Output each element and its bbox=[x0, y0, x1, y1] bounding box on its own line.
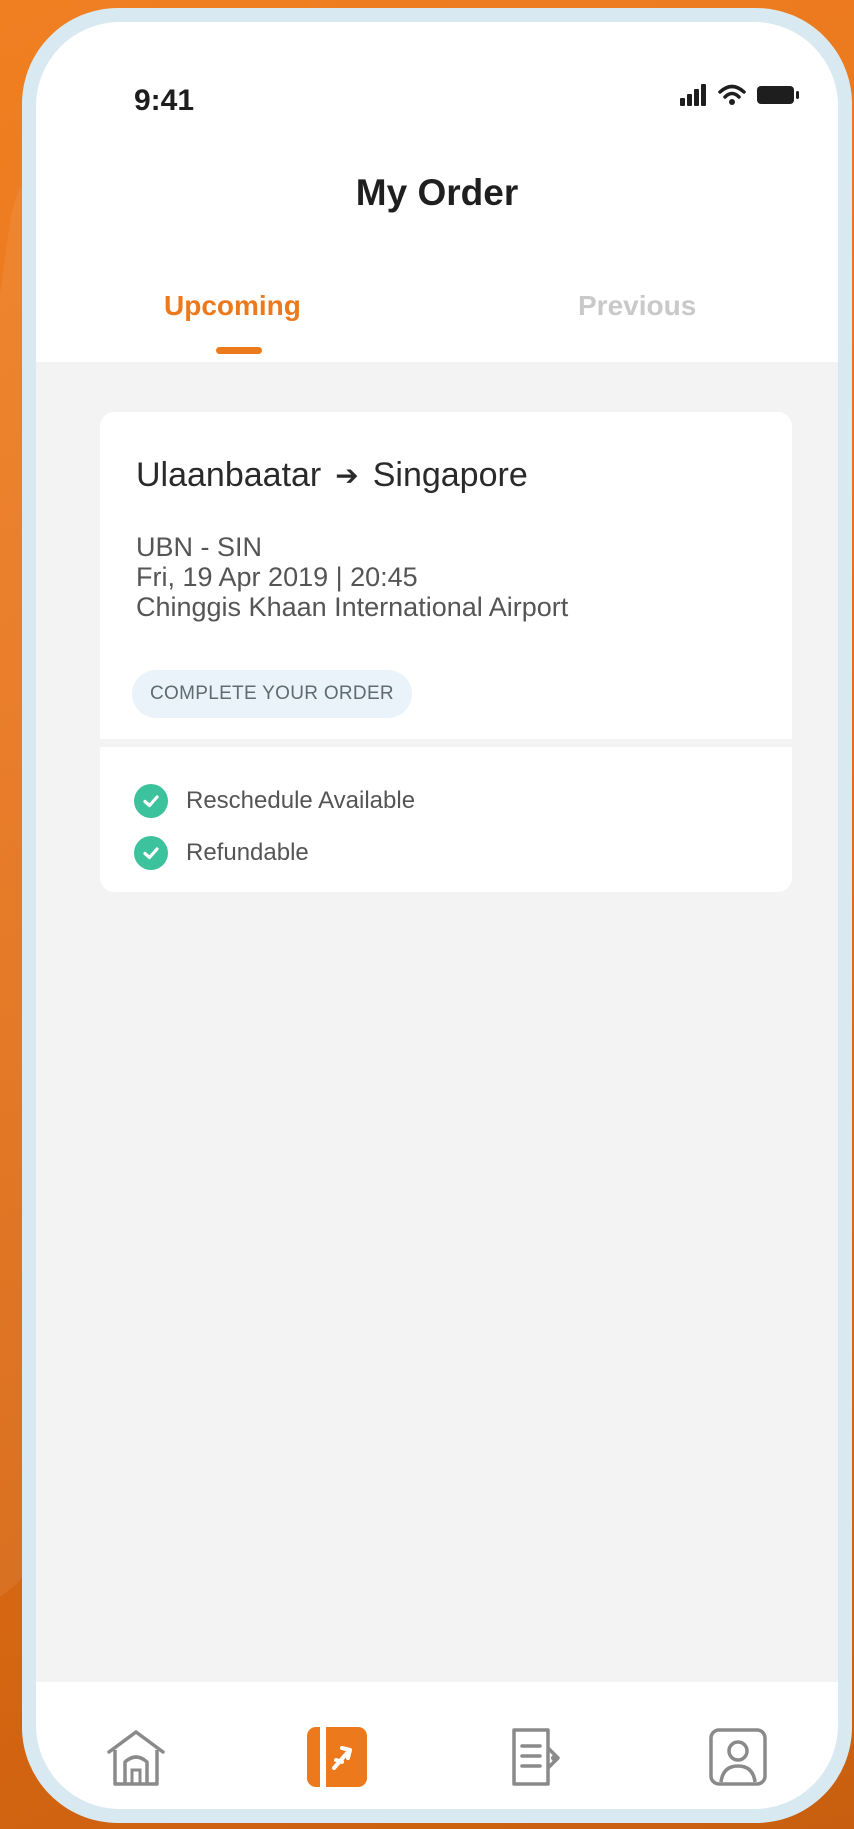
route-codes: UBN - SIN bbox=[136, 532, 263, 562]
profile-icon bbox=[709, 1728, 767, 1786]
feature-label: Refundable bbox=[186, 839, 309, 866]
nav-bookings[interactable] bbox=[497, 1724, 577, 1804]
status-time: 9:41 bbox=[134, 84, 195, 117]
tab-upcoming[interactable]: Upcoming bbox=[164, 290, 301, 322]
card-divider bbox=[100, 739, 792, 747]
feature-reschedule: Reschedule Available bbox=[134, 784, 415, 818]
tab-previous[interactable]: Previous bbox=[578, 290, 696, 322]
origin-city: Ulaanbaatar bbox=[136, 456, 322, 494]
feature-refundable: Refundable bbox=[134, 836, 309, 870]
order-card[interactable]: Ulaanbaatar ➔ Singapore UBN - SIN Fri, 1… bbox=[100, 412, 792, 892]
active-tab-indicator bbox=[216, 347, 262, 354]
complete-order-button[interactable]: COMPLETE YOUR ORDER bbox=[132, 670, 412, 718]
page-title: My Order bbox=[355, 172, 519, 213]
destination-city: Singapore bbox=[372, 456, 528, 494]
check-circle-icon bbox=[134, 784, 168, 818]
nav-home[interactable] bbox=[96, 1724, 176, 1804]
nav-profile[interactable] bbox=[698, 1724, 778, 1804]
wifi-icon bbox=[718, 84, 746, 105]
status-icons bbox=[680, 84, 800, 106]
departure-airport: Chinggis Khaan International Airport bbox=[136, 592, 569, 622]
signal-icon bbox=[680, 84, 706, 106]
phone-frame: 9:41 My Order Upcoming Previous Ulaanbaa… bbox=[22, 8, 852, 1823]
battery-icon bbox=[757, 86, 799, 104]
arrow-right-icon: ➔ bbox=[335, 460, 359, 491]
route-title: Ulaanbaatar ➔ Singapore bbox=[136, 456, 528, 495]
orders-icon bbox=[306, 1727, 367, 1787]
check-circle-icon bbox=[134, 836, 168, 870]
app-screen: 9:41 My Order Upcoming Previous Ulaanbaa… bbox=[36, 22, 838, 1809]
bottom-nav bbox=[36, 1682, 838, 1809]
flight-datetime: Fri, 19 Apr 2019 | 20:45 bbox=[136, 562, 418, 592]
feature-label: Reschedule Available bbox=[186, 787, 416, 814]
bookings-icon bbox=[512, 1728, 560, 1786]
header-area: 9:41 My Order Upcoming Previous bbox=[36, 22, 838, 362]
nav-orders[interactable] bbox=[297, 1724, 377, 1804]
home-icon bbox=[107, 1730, 165, 1786]
